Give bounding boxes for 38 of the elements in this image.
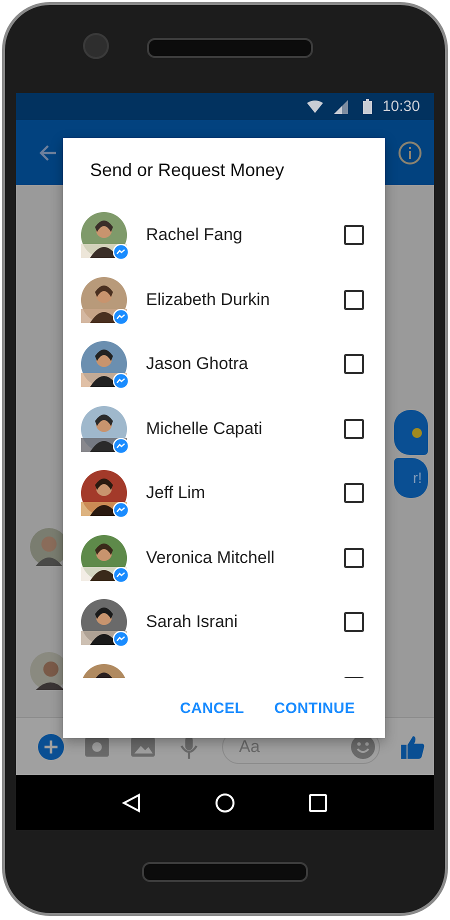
contact-name: Jason Ghotra bbox=[146, 354, 250, 374]
checkbox[interactable] bbox=[344, 483, 364, 504]
messenger-icon bbox=[113, 308, 129, 325]
contact-name: Rachel Fang bbox=[146, 225, 244, 246]
home-icon[interactable] bbox=[214, 792, 235, 812]
contact-name: Sarah Israni bbox=[146, 612, 239, 632]
checkbox[interactable] bbox=[344, 548, 364, 568]
messenger-icon bbox=[113, 244, 129, 260]
back-icon[interactable] bbox=[122, 792, 142, 812]
cancel-button[interactable]: CANCEL bbox=[170, 692, 254, 724]
thumbs-up-icon[interactable] bbox=[400, 734, 426, 760]
status-time: 10:30 bbox=[382, 98, 420, 115]
checkbox[interactable] bbox=[344, 290, 364, 310]
continue-button[interactable]: CONTINUE bbox=[264, 692, 365, 724]
contact-name: Veronica Mitchell bbox=[146, 548, 276, 568]
checkbox[interactable] bbox=[344, 612, 364, 632]
add-icon[interactable] bbox=[38, 734, 64, 760]
checkbox[interactable] bbox=[344, 418, 364, 439]
checkbox[interactable] bbox=[344, 225, 364, 246]
signal-icon bbox=[333, 100, 350, 114]
contact-name: Elizabeth Durkin bbox=[146, 290, 271, 310]
battery-icon bbox=[363, 99, 372, 114]
info-icon[interactable] bbox=[398, 140, 422, 164]
recent-apps-icon[interactable] bbox=[308, 792, 328, 812]
messenger-icon bbox=[113, 502, 129, 518]
back-arrow-icon[interactable] bbox=[38, 142, 58, 162]
messenger-icon bbox=[113, 438, 129, 454]
dialog-title: Send or Request Money bbox=[89, 159, 286, 182]
messenger-icon bbox=[113, 566, 129, 583]
messenger-icon bbox=[113, 373, 129, 390]
messenger-icon bbox=[113, 631, 129, 648]
emoji-icon bbox=[412, 428, 422, 438]
checkbox[interactable] bbox=[344, 354, 364, 374]
contact-name: Michelle Capati bbox=[146, 418, 264, 439]
message-text: r! bbox=[412, 470, 422, 486]
contact-name: Jeff Lim bbox=[146, 483, 206, 504]
camera-icon bbox=[83, 33, 109, 59]
wifi-icon bbox=[307, 100, 324, 114]
